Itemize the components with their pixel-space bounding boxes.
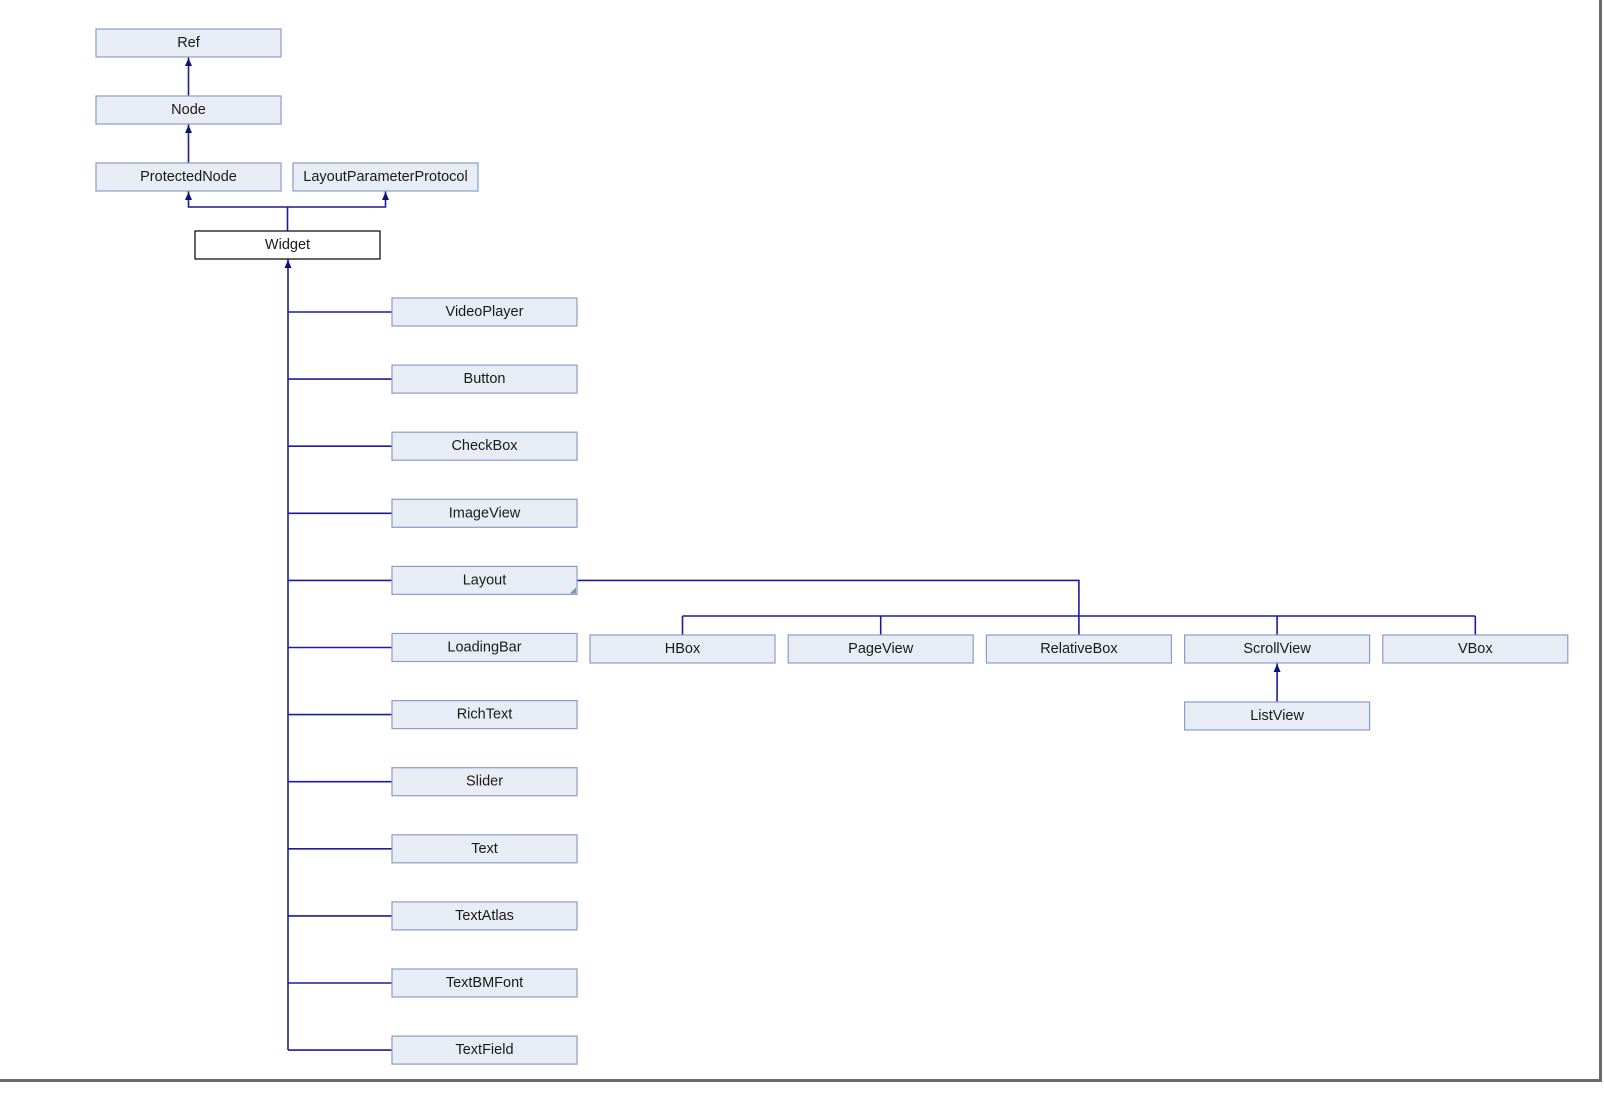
class-label: TextBMFont	[446, 975, 523, 991]
class-label: Slider	[466, 774, 503, 790]
class-node-hbox[interactable]: HBox	[589, 634, 776, 664]
class-label: Ref	[177, 35, 201, 51]
class-node-textfield[interactable]: TextField	[391, 1035, 578, 1065]
arrowhead-icon	[284, 260, 292, 268]
class-label: LoadingBar	[447, 640, 521, 656]
class-label: Layout	[463, 572, 507, 588]
class-node-videoplayer[interactable]: VideoPlayer	[391, 297, 578, 327]
class-node-checkbox[interactable]: CheckBox	[391, 431, 578, 461]
arrowhead-icon	[185, 125, 192, 133]
class-label: CheckBox	[451, 438, 518, 454]
class-node-imageview[interactable]: ImageView	[391, 498, 578, 528]
class-label: Node	[171, 102, 206, 118]
class-label: VBox	[1458, 641, 1493, 657]
class-node-pageview[interactable]: PageView	[787, 634, 974, 664]
class-label: ListView	[1250, 708, 1304, 724]
class-label: PageView	[848, 641, 914, 657]
edge-layout-bus	[577, 579, 1080, 616]
class-label: ProtectedNode	[140, 169, 237, 185]
arrowhead-icon	[1273, 664, 1281, 672]
inheritance-edges	[185, 57, 1477, 1051]
class-node-widget[interactable]: Widget	[194, 230, 381, 260]
class-label: Text	[471, 841, 498, 857]
class-label: TextField	[455, 1042, 513, 1058]
class-nodes: Ref Node ProtectedNode LayoutParameterProto…	[95, 28, 1569, 1065]
class-label: Button	[464, 371, 506, 387]
arrowhead-icon	[185, 58, 192, 66]
edge-widget-parents	[187, 191, 387, 208]
class-node-button[interactable]: Button	[391, 364, 578, 394]
class-hierarchy-diagram: Ref Node ProtectedNode LayoutParameterProto…	[95, 28, 1569, 1065]
class-node-richtext[interactable]: RichText	[391, 699, 578, 730]
arrowhead-icon	[185, 192, 192, 200]
class-label: ImageView	[449, 505, 521, 521]
class-label: Widget	[265, 237, 310, 253]
class-node-layout[interactable]: Layout	[391, 565, 578, 596]
class-node-ref[interactable]: Ref	[95, 28, 282, 58]
class-node-listview[interactable]: ListView	[1183, 701, 1371, 731]
class-node-textatlas[interactable]: TextAtlas	[391, 901, 578, 931]
class-node-protectednode[interactable]: ProtectedNode	[95, 162, 282, 192]
class-label: ScrollView	[1243, 641, 1311, 657]
class-node-vbox[interactable]: VBox	[1382, 634, 1569, 664]
class-node-layoutparameterprotocol[interactable]: LayoutParameterProtocol	[292, 162, 479, 192]
class-node-textbmfont[interactable]: TextBMFont	[391, 968, 578, 998]
class-node-text[interactable]: Text	[391, 834, 578, 864]
class-label: HBox	[665, 641, 701, 657]
class-node-slider[interactable]: Slider	[391, 767, 578, 797]
class-label: RelativeBox	[1040, 641, 1118, 657]
class-label: RichText	[457, 707, 513, 723]
class-label: TextAtlas	[455, 908, 514, 924]
class-node-scrollview[interactable]: ScrollView	[1183, 634, 1371, 664]
class-label: VideoPlayer	[446, 304, 524, 320]
class-node-relativebox[interactable]: RelativeBox	[985, 634, 1173, 664]
arrowhead-icon	[382, 192, 389, 200]
class-node-loadingbar[interactable]: LoadingBar	[391, 632, 578, 663]
class-label: LayoutParameterProtocol	[303, 169, 467, 185]
class-node-node[interactable]: Node	[95, 95, 282, 125]
